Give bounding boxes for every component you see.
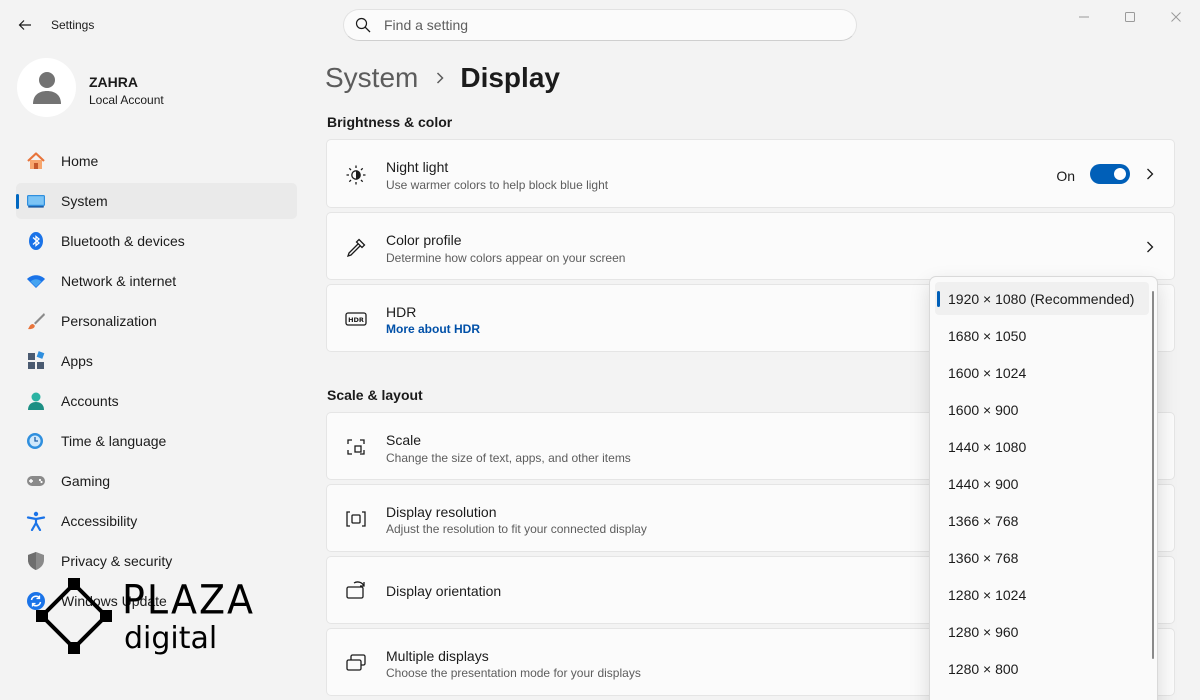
night-light-title: Night light xyxy=(386,159,449,175)
scale-desc: Change the size of text, apps, and other… xyxy=(386,451,631,465)
breadcrumb-system[interactable]: System xyxy=(325,62,418,94)
clock-globe-icon xyxy=(26,431,46,451)
sidebar-nav: Home System Bluetooth & devices Network … xyxy=(16,143,297,623)
home-icon xyxy=(26,151,46,171)
sidebar-item-privacy-security[interactable]: Privacy & security xyxy=(16,543,297,579)
minimize-icon xyxy=(1079,16,1089,18)
multiple-displays-title: Multiple displays xyxy=(386,648,489,664)
resolution-option[interactable]: 1440 × 900 xyxy=(935,467,1149,500)
brush-icon xyxy=(26,311,46,331)
accessibility-icon xyxy=(26,511,46,531)
hdr-title: HDR xyxy=(386,304,417,320)
display-orientation-title: Display orientation xyxy=(386,583,502,599)
minimize-button[interactable] xyxy=(1075,8,1093,26)
sidebar-item-apps[interactable]: Apps xyxy=(16,343,297,379)
dropdown-scrollbar[interactable] xyxy=(1152,291,1154,659)
night-light-card[interactable]: Night light Use warmer colors to help bl… xyxy=(326,139,1175,208)
apps-icon xyxy=(26,351,46,371)
sidebar-item-home[interactable]: Home xyxy=(16,143,297,179)
multiple-displays-icon xyxy=(345,652,367,674)
resolution-option[interactable]: 1280 × 800 xyxy=(935,652,1149,685)
wifi-icon xyxy=(26,271,46,291)
section-title-scale-layout: Scale & layout xyxy=(327,387,423,403)
back-button[interactable] xyxy=(12,12,38,38)
person-icon xyxy=(32,71,61,104)
resolution-option[interactable]: 1366 × 768 xyxy=(935,504,1149,537)
search-box[interactable]: Find a setting xyxy=(343,9,857,41)
more-about-hdr-link[interactable]: More about HDR xyxy=(386,322,480,336)
sidebar-item-time-language[interactable]: Time & language xyxy=(16,423,297,459)
night-light-desc: Use warmer colors to help block blue lig… xyxy=(386,178,609,192)
toggle-knob xyxy=(1114,168,1126,180)
maximize-icon xyxy=(1125,12,1135,22)
close-icon xyxy=(1171,12,1181,22)
resolution-option[interactable]: 1280 × 960 xyxy=(935,615,1149,648)
hdr-icon: HDR xyxy=(345,308,367,330)
sidebar-item-accessibility[interactable]: Accessibility xyxy=(16,503,297,539)
accounts-icon xyxy=(26,391,46,411)
sidebar-item-system[interactable]: System xyxy=(16,183,297,219)
arrow-left-icon xyxy=(18,20,31,30)
section-title-brightness: Brightness & color xyxy=(327,114,453,130)
sidebar-item-personalization[interactable]: Personalization xyxy=(16,303,297,339)
chevron-right-icon[interactable] xyxy=(1144,168,1156,180)
eyedropper-icon xyxy=(345,237,367,259)
close-button[interactable] xyxy=(1167,8,1185,26)
plaza-digital-watermark: PLAZA digital xyxy=(34,577,253,658)
maximize-button[interactable] xyxy=(1121,8,1139,26)
scale-icon xyxy=(345,436,367,458)
sidebar-item-network[interactable]: Network & internet xyxy=(16,263,297,299)
system-icon xyxy=(26,191,46,211)
resolution-option[interactable]: 1680 × 1050 xyxy=(935,319,1149,352)
brightness-icon xyxy=(345,164,367,186)
search-icon xyxy=(355,17,371,33)
avatar xyxy=(17,58,76,117)
user-profile[interactable]: ZAHRA Local Account xyxy=(17,58,297,118)
color-profile-card[interactable]: Color profile Determine how colors appea… xyxy=(326,212,1175,280)
night-light-toggle[interactable] xyxy=(1090,164,1130,184)
watermark-text-digital: digital xyxy=(124,621,218,656)
bluetooth-icon xyxy=(26,231,46,251)
color-profile-title: Color profile xyxy=(386,232,462,248)
watermark-text-plaza: PLAZA xyxy=(122,576,255,624)
color-profile-desc: Determine how colors appear on your scre… xyxy=(386,251,626,265)
resolution-option[interactable]: 1280 × 1024 xyxy=(935,578,1149,611)
app-title: Settings xyxy=(51,18,95,32)
resolution-icon xyxy=(345,508,367,530)
title-bar: Settings Find a setting xyxy=(0,0,1200,50)
resolution-option[interactable]: 1920 × 1080 (Recommended) xyxy=(935,282,1149,315)
display-resolution-desc: Adjust the resolution to fit your connec… xyxy=(386,522,647,536)
resolution-option[interactable]: 1360 × 768 xyxy=(935,541,1149,574)
page-title: Display xyxy=(460,62,560,93)
resolution-option[interactable]: 1600 × 900 xyxy=(935,393,1149,426)
sidebar-item-gaming[interactable]: Gaming xyxy=(16,463,297,499)
breadcrumb: System Display xyxy=(325,58,560,98)
scale-title: Scale xyxy=(386,432,422,448)
chevron-right-icon[interactable] xyxy=(1144,241,1156,253)
search-input[interactable]: Find a setting xyxy=(384,17,468,33)
sidebar-item-bluetooth[interactable]: Bluetooth & devices xyxy=(16,223,297,259)
multiple-displays-desc: Choose the presentation mode for your di… xyxy=(386,666,641,680)
shield-icon xyxy=(26,551,46,571)
chevron-right-icon xyxy=(434,72,446,84)
user-name: ZAHRA xyxy=(89,74,138,90)
sidebar-item-accounts[interactable]: Accounts xyxy=(16,383,297,419)
resolution-option[interactable]: 1440 × 1080 xyxy=(935,430,1149,463)
orientation-icon xyxy=(345,580,367,602)
display-resolution-title: Display resolution xyxy=(386,504,497,520)
watermark-logo-icon xyxy=(36,578,112,654)
night-light-toggle-label: On xyxy=(1056,168,1075,184)
account-type: Local Account xyxy=(89,93,164,107)
gamepad-icon xyxy=(26,471,46,491)
resolution-dropdown-list[interactable]: 1920 × 1080 (Recommended) 1680 × 1050 16… xyxy=(929,276,1158,700)
resolution-option[interactable]: 1600 × 1024 xyxy=(935,356,1149,389)
svg-text:HDR: HDR xyxy=(348,316,364,324)
